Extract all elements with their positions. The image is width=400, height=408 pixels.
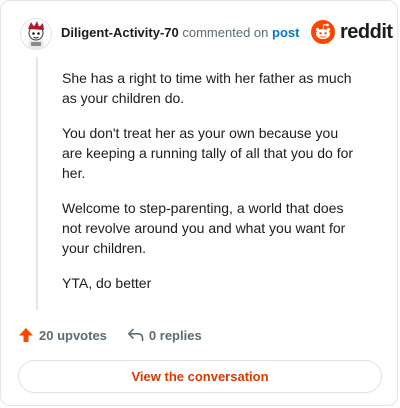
comment-paragraph: She has a right to time with her father … — [62, 70, 352, 106]
commented-on-text: commented on — [182, 25, 269, 40]
upvote-arrow-icon — [19, 328, 33, 342]
comment-body: She has a right to time with her father … — [62, 68, 362, 308]
comment-paragraph: You don't treat her as your own because … — [62, 125, 354, 181]
reply-arrow-icon — [127, 328, 144, 342]
comment-paragraph: Welcome to step-parenting, a world that … — [62, 200, 346, 256]
replies-stat[interactable]: 0 replies — [127, 328, 202, 343]
upvotes-stat[interactable]: 20 upvotes — [18, 327, 107, 343]
reddit-snoo-icon — [311, 20, 335, 44]
comment-stats: 20 upvotes 0 replies — [18, 327, 202, 343]
view-conversation-button[interactable]: View the conversation — [18, 360, 382, 393]
comment-card: Diligent-Activity-70 commented on post r… — [0, 0, 398, 406]
reddit-wordmark: reddit — [340, 20, 393, 43]
replies-count: 0 replies — [148, 327, 202, 343]
avatar[interactable] — [20, 18, 52, 50]
reddit-logo[interactable]: reddit — [311, 20, 393, 44]
comment-paragraph: YTA, do better — [62, 275, 152, 291]
username[interactable]: Diligent-Activity-70 — [61, 25, 179, 40]
comment-header: Diligent-Activity-70 commented on post — [61, 25, 299, 41]
thread-line — [36, 57, 38, 310]
upvotes-count: 20 upvotes — [39, 327, 107, 343]
post-link[interactable]: post — [272, 25, 299, 40]
